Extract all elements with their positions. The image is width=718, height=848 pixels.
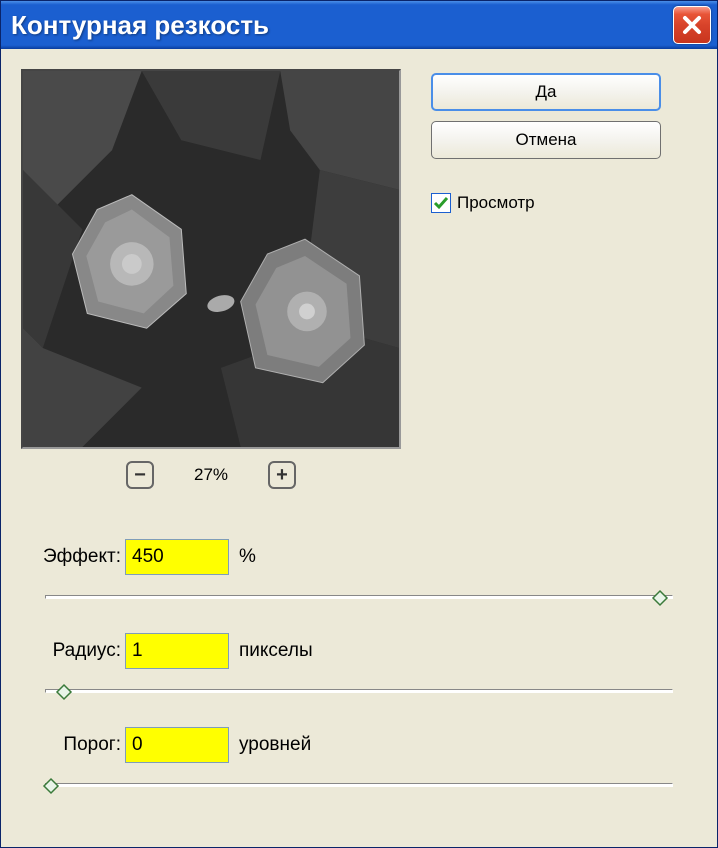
effect-slider[interactable] xyxy=(45,583,673,613)
zoom-level: 27% xyxy=(194,465,228,485)
slider-groove xyxy=(45,783,673,787)
threshold-label: Порог: xyxy=(25,734,125,756)
effect-label: Эффект: xyxy=(25,546,125,568)
radius-unit: пикселы xyxy=(239,640,313,662)
zoom-out-button[interactable]: − xyxy=(126,461,154,489)
radius-slider[interactable] xyxy=(45,677,673,707)
minus-icon: − xyxy=(134,464,146,487)
top-row: − 27% + Да Отмена Просм xyxy=(21,69,697,489)
threshold-input[interactable] xyxy=(125,727,229,763)
preview-checkbox[interactable] xyxy=(431,193,451,213)
titlebar: Контурная резкость xyxy=(1,1,717,49)
radius-row: Радиус: пикселы xyxy=(25,633,693,669)
zoom-controls: − 27% + xyxy=(126,461,296,489)
preview-checkbox-label: Просмотр xyxy=(457,193,535,213)
radius-label: Радиус: xyxy=(25,640,125,662)
slider-groove xyxy=(45,689,673,693)
slider-thumb[interactable] xyxy=(651,589,669,607)
preview-content xyxy=(23,71,399,447)
threshold-row: Порог: уровней xyxy=(25,727,693,763)
right-panel: Да Отмена Просмотр xyxy=(431,69,697,489)
checkmark-icon xyxy=(433,195,449,211)
window-title: Контурная резкость xyxy=(11,10,269,41)
close-icon xyxy=(681,14,703,36)
slider-thumb[interactable] xyxy=(42,777,60,795)
dialog-window: Контурная резкость xyxy=(0,0,718,848)
preview-section: − 27% + xyxy=(21,69,401,489)
plus-icon: + xyxy=(276,464,288,487)
ok-button[interactable]: Да xyxy=(431,73,661,111)
effect-input[interactable] xyxy=(125,539,229,575)
threshold-unit: уровней xyxy=(239,734,311,756)
controls-section: Эффект: % Радиус: пикселы xyxy=(21,539,697,821)
slider-thumb[interactable] xyxy=(55,683,73,701)
zoom-in-button[interactable]: + xyxy=(268,461,296,489)
close-button[interactable] xyxy=(673,6,711,44)
slider-groove xyxy=(45,595,673,599)
preview-image[interactable] xyxy=(21,69,401,449)
preview-checkbox-row: Просмотр xyxy=(431,193,697,213)
cancel-button[interactable]: Отмена xyxy=(431,121,661,159)
dialog-content: − 27% + Да Отмена Просм xyxy=(1,49,717,841)
effect-row: Эффект: % xyxy=(25,539,693,575)
threshold-slider[interactable] xyxy=(45,771,673,801)
effect-unit: % xyxy=(239,546,256,568)
radius-input[interactable] xyxy=(125,633,229,669)
